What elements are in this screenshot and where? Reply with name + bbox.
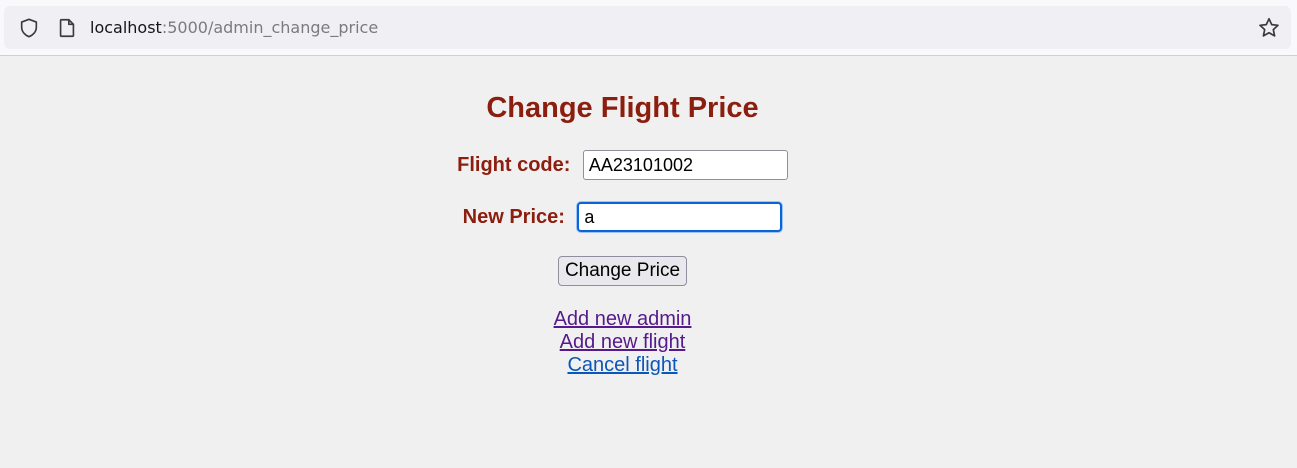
change-price-button[interactable]: Change Price — [557, 256, 688, 286]
browser-toolbar: localhost:5000/admin_change_price — [0, 0, 1297, 56]
new-price-row: New Price: — [0, 202, 1245, 232]
flight-code-label: Flight code: — [457, 153, 571, 176]
flight-code-input[interactable] — [582, 150, 788, 180]
add-new-admin-link[interactable]: Add new admin — [0, 308, 1245, 331]
shield-icon[interactable] — [18, 17, 40, 39]
url-text[interactable]: localhost:5000/admin_change_price — [90, 18, 378, 37]
page-content: Change Flight Price Flight code: New Pri… — [0, 57, 1297, 468]
address-bar[interactable]: localhost:5000/admin_change_price — [4, 6, 1291, 49]
admin-links: Add new admin Add new flight Cancel flig… — [0, 308, 1245, 377]
url-path: :5000/admin_change_price — [161, 18, 379, 37]
flight-code-row: Flight code: — [0, 150, 1245, 180]
page-title: Change Flight Price — [486, 92, 759, 124]
star-icon[interactable] — [1257, 16, 1281, 40]
submit-row: Change Price — [0, 256, 1245, 286]
new-price-label: New Price: — [462, 205, 565, 228]
new-price-input[interactable] — [577, 202, 783, 232]
url-host: localhost — [90, 18, 162, 37]
add-new-flight-link[interactable]: Add new flight — [0, 331, 1245, 354]
page-icon — [59, 18, 75, 38]
cancel-flight-link[interactable]: Cancel flight — [0, 354, 1245, 377]
